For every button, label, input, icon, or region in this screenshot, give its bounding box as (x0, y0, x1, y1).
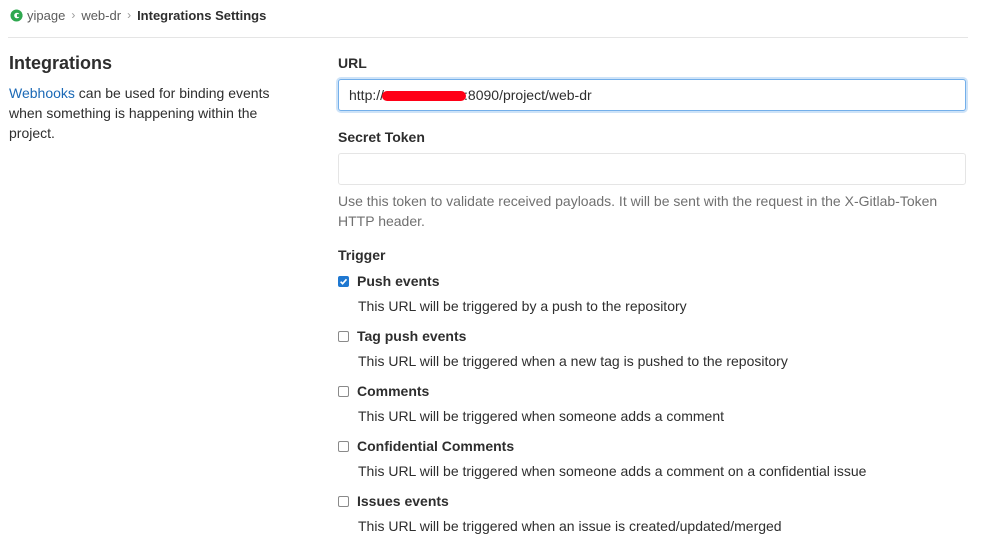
tag-push-events-checkbox[interactable] (338, 330, 349, 342)
breadcrumb-current: Integrations Settings (137, 7, 267, 23)
breadcrumb-item-web-dr[interactable]: web-dr (81, 8, 121, 23)
confidential-comments-checkbox[interactable] (338, 440, 349, 452)
checkmark-icon (340, 278, 348, 285)
header-divider (8, 37, 968, 38)
push-events-label[interactable]: Push events (357, 273, 439, 289)
comments-label[interactable]: Comments (357, 383, 429, 399)
confidential-comments-label[interactable]: Confidential Comments (357, 438, 514, 454)
project-logo-icon (10, 8, 23, 22)
tag-push-events-label[interactable]: Tag push events (357, 328, 466, 344)
trigger-option-push-events: Push events This URL will be triggered b… (338, 271, 978, 316)
url-suffix: :8090/project/web-dr (464, 87, 592, 103)
url-prefix: http:// (349, 87, 385, 103)
section-title: Integrations (9, 53, 113, 73)
chevron-right-icon: › (127, 8, 132, 22)
breadcrumb: yipage › web-dr › Integrations Settings (10, 5, 266, 25)
issues-events-checkbox[interactable] (338, 495, 349, 507)
url-label: URL (338, 55, 367, 71)
section-description: Webhooks can be used for binding events … (9, 83, 299, 143)
breadcrumb-item-yipage[interactable]: yipage (27, 8, 65, 23)
webhooks-link[interactable]: Webhooks (9, 85, 75, 101)
tag-push-events-description: This URL will be triggered when a new ta… (358, 353, 788, 369)
trigger-option-tag-push-events: Tag push events This URL will be trigger… (338, 326, 978, 371)
trigger-label: Trigger (338, 247, 386, 263)
trigger-option-confidential-comments: Confidential Comments This URL will be t… (338, 436, 978, 481)
comments-description: This URL will be triggered when someone … (358, 408, 724, 424)
confidential-comments-description: This URL will be triggered when someone … (358, 463, 867, 479)
issues-events-description: This URL will be triggered when an issue… (358, 518, 782, 534)
trigger-option-comments: Comments This URL will be triggered when… (338, 381, 978, 426)
secret-token-input[interactable] (338, 153, 966, 185)
chevron-right-icon: › (71, 8, 76, 22)
secret-token-label: Secret Token (338, 129, 425, 145)
push-events-checkbox[interactable] (338, 275, 349, 287)
url-value: http:// :8090/project/web-dr (349, 87, 592, 103)
redaction-mark (382, 91, 467, 102)
secret-token-help: Use this token to validate received payl… (338, 193, 938, 229)
trigger-option-issues-events: Issues events This URL will be triggered… (338, 491, 978, 536)
push-events-description: This URL will be triggered by a push to … (358, 298, 687, 314)
issues-events-label[interactable]: Issues events (357, 493, 449, 509)
url-input[interactable]: http:// :8090/project/web-dr (338, 79, 966, 111)
comments-checkbox[interactable] (338, 385, 349, 397)
